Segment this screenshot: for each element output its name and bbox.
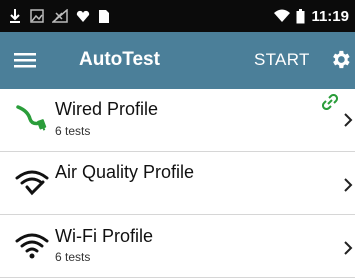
start-button[interactable]: START	[254, 50, 310, 70]
app-bar: AutoTest START	[0, 32, 355, 89]
wifi-check-icon	[15, 170, 49, 196]
list-item-wifi-profile[interactable]: Wi-Fi Profile 6 tests	[0, 215, 355, 278]
image-icon	[30, 9, 44, 23]
wifi-icon	[274, 9, 291, 22]
profile-name: Wi-Fi Profile	[55, 226, 153, 246]
profile-name: Air Quality Profile	[55, 162, 195, 182]
heart-icon	[76, 10, 90, 22]
list-item-air-quality-profile[interactable]: Air Quality Profile	[0, 152, 355, 215]
page-title: AutoTest	[79, 49, 160, 70]
battery-icon	[296, 8, 305, 23]
gear-icon[interactable]	[329, 48, 352, 71]
no-signal-icon	[52, 9, 68, 23]
wifi-icon	[15, 233, 49, 259]
profile-name: Wired Profile	[55, 99, 159, 119]
status-time: 11:19	[311, 7, 349, 25]
hamburger-menu-icon[interactable]	[14, 50, 36, 70]
status-right-icons: 11:19	[274, 6, 349, 26]
status-bar: 11:19	[0, 0, 355, 32]
status-left-icons	[8, 6, 110, 26]
link-icon	[322, 94, 338, 110]
profile-test-count: 6 tests	[55, 250, 91, 264]
profile-test-count: 6 tests	[55, 124, 91, 138]
sim-card-icon	[99, 9, 109, 23]
list-item-wired-profile[interactable]: Wired Profile 6 tests	[0, 89, 355, 152]
chevron-right-icon	[344, 241, 353, 255]
chevron-right-icon	[344, 113, 353, 127]
download-icon	[10, 9, 20, 23]
chevron-right-icon	[344, 178, 353, 192]
ethernet-cable-icon	[16, 105, 47, 131]
